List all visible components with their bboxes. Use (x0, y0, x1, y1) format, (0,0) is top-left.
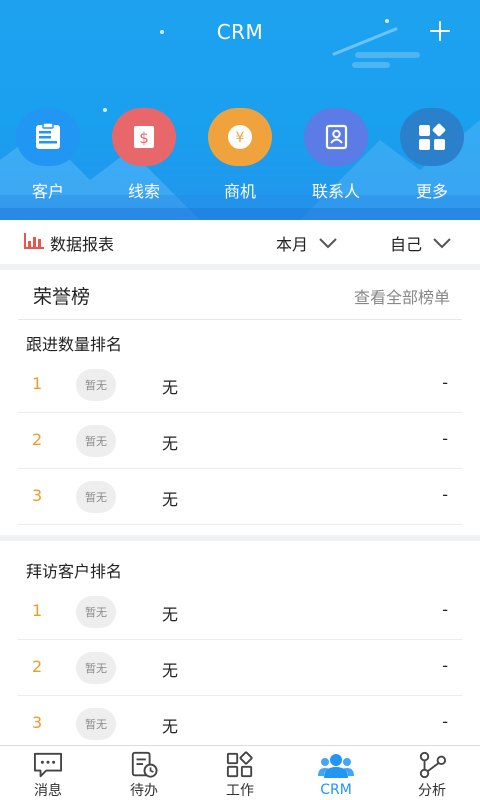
ranking-name: 无 (162, 434, 179, 453)
crm-icon (318, 754, 354, 778)
tab-label: 工作 (226, 783, 254, 799)
customer-icon (16, 108, 80, 166)
analysis-icon (419, 751, 446, 779)
avatar: 暂无 (76, 596, 116, 628)
follow-up-ranking-title: 跟进数量排名 (26, 335, 123, 354)
lead-icon: $ (112, 108, 176, 166)
plus-icon[interactable] (424, 16, 456, 48)
period-value: 本月 (276, 235, 309, 254)
tab-todo[interactable]: 待办 (96, 746, 192, 800)
ranking-value: - (442, 429, 448, 448)
visit-ranking-title: 拜访客户排名 (26, 562, 123, 581)
more-icon (400, 108, 464, 166)
chevron-down-icon (433, 238, 451, 249)
honor-board-title: 荣誉榜 (33, 286, 91, 308)
menu-item-label: 联系人 (311, 182, 360, 201)
svg-text:¥: ¥ (236, 130, 245, 146)
cloud-decoration (355, 52, 420, 58)
tab-crm[interactable]: CRM (288, 746, 384, 800)
quick-menu: 客户 $ 线索 ¥ 商机 联系人 更多 (0, 108, 480, 208)
menu-item-contact[interactable]: 联系人 (288, 108, 384, 208)
ranking-name: 无 (162, 490, 179, 509)
period-dropdown[interactable]: 本月 (276, 231, 338, 255)
crm-header: CRM 客户 $ 线索 ¥ 商机 联系人 更多 (0, 0, 480, 220)
bottom-tab-bar: 消息 待办 工作 CRM 分析 (0, 745, 480, 800)
ranking-name: 无 (162, 378, 179, 397)
report-filter-bar: 数据报表 本月 自己 (0, 220, 480, 264)
chevron-down-icon (319, 238, 337, 249)
report-label: 数据报表 (50, 235, 115, 254)
ranking-row[interactable]: 1 暂无 无 - (18, 584, 462, 640)
ranking-name: 无 (162, 717, 179, 736)
ranking-row[interactable]: 2 暂无 无 - (18, 640, 462, 696)
opportunity-icon: ¥ (208, 108, 272, 166)
menu-item-label: 更多 (415, 182, 448, 201)
ranking-name: 无 (162, 605, 179, 624)
svg-text:$: $ (139, 129, 149, 147)
menu-item-opportunity[interactable]: ¥ 商机 (192, 108, 288, 208)
avatar: 暂无 (76, 652, 116, 684)
menu-item-label: 商机 (223, 182, 256, 201)
rank-number: 3 (32, 486, 43, 505)
divider (0, 535, 480, 541)
rank-number: 1 (32, 374, 43, 393)
menu-item-lead[interactable]: $ 线索 (96, 108, 192, 208)
ranking-value: - (442, 712, 448, 731)
ranking-row[interactable]: 3 暂无 无 - (18, 469, 462, 525)
avatar: 暂无 (76, 481, 116, 513)
avatar: 暂无 (76, 708, 116, 740)
ranking-name: 无 (162, 661, 179, 680)
rank-number: 2 (32, 657, 43, 676)
ranking-value: - (442, 656, 448, 675)
avatar: 暂无 (76, 425, 116, 457)
tab-label: 分析 (418, 783, 446, 799)
menu-item-label: 线索 (127, 182, 160, 201)
bar-chart-icon (24, 233, 44, 249)
view-all-rankings-link[interactable]: 查看全部榜单 (354, 284, 450, 308)
work-icon (226, 751, 253, 778)
message-icon (34, 752, 62, 778)
tab-label: CRM (320, 782, 352, 798)
ranking-value: - (442, 373, 448, 392)
honor-board-header: 荣誉榜 查看全部榜单 (18, 270, 462, 320)
contact-icon (304, 108, 368, 166)
tab-analysis[interactable]: 分析 (384, 746, 480, 800)
page-title: CRM (216, 20, 264, 44)
ranking-row[interactable]: 1 暂无 无 - (18, 357, 462, 413)
tab-work[interactable]: 工作 (192, 746, 288, 800)
tab-messages[interactable]: 消息 (0, 746, 96, 800)
ranking-row[interactable]: 2 暂无 无 - (18, 413, 462, 469)
rank-number: 3 (32, 713, 43, 732)
crm-screen: CRM 客户 $ 线索 ¥ 商机 联系人 更多 数据报表 本月 自己 荣誉榜 查… (0, 0, 480, 800)
menu-item-label: 客户 (31, 182, 64, 201)
ranking-value: - (442, 600, 448, 619)
cloud-decoration (352, 62, 390, 68)
scope-value: 自己 (390, 235, 423, 254)
todo-icon (131, 751, 158, 778)
menu-item-more[interactable]: 更多 (384, 108, 480, 208)
ranking-value: - (442, 485, 448, 504)
tab-label: 消息 (34, 783, 62, 799)
ranking-row[interactable]: 3 暂无 无 - (18, 696, 462, 752)
tab-label: 待办 (130, 783, 158, 799)
avatar: 暂无 (76, 369, 116, 401)
scope-dropdown[interactable]: 自己 (390, 231, 452, 255)
menu-item-customer[interactable]: 客户 (0, 108, 96, 208)
rank-number: 2 (32, 430, 43, 449)
rank-number: 1 (32, 601, 43, 620)
